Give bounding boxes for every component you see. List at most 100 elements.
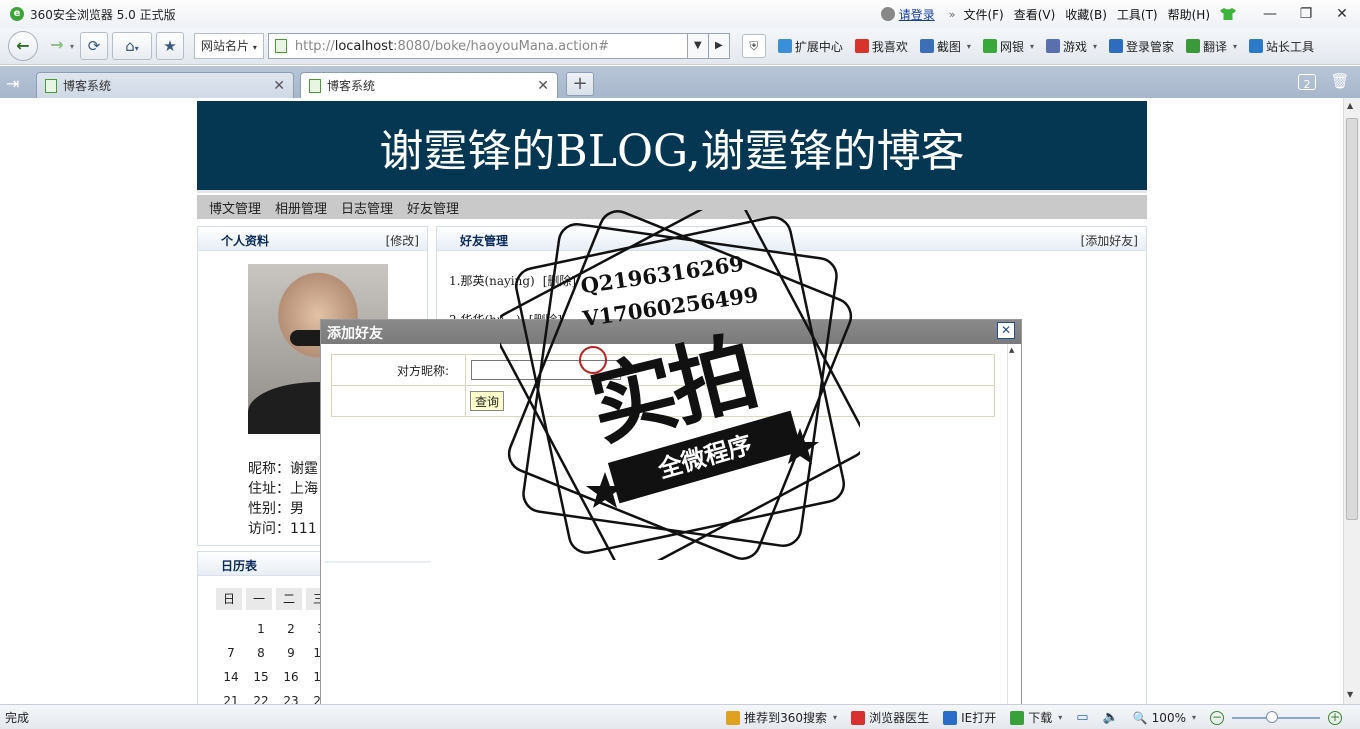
nickname-input[interactable] xyxy=(471,360,621,380)
trash-icon[interactable]: 🗑 xyxy=(1330,72,1350,92)
extension-button-4[interactable]: 游戏 ▾ xyxy=(1045,38,1097,55)
extension-button-5[interactable]: 登录管家 xyxy=(1109,38,1174,55)
dropdown-arrow-icon[interactable]: ▾ xyxy=(833,713,837,722)
extension-button-7[interactable]: 站长工具 xyxy=(1249,38,1314,55)
tab-blog-2[interactable]: 博客系统 ✕ xyxy=(300,72,558,98)
calendar-day[interactable]: 16 xyxy=(276,670,306,684)
sidebar-toggle-icon[interactable]: ⇥ xyxy=(6,70,30,98)
tab-label: 博客系统 xyxy=(327,79,376,93)
forward-button[interactable]: → xyxy=(42,31,72,61)
zoom-control[interactable]: 🔍 100% ▾ xyxy=(1133,711,1196,725)
zoom-slider-knob[interactable] xyxy=(1265,710,1278,723)
double-chevron-icon[interactable]: » xyxy=(949,8,956,21)
weekday-cell: 日 xyxy=(216,588,242,610)
address-dropdown-button[interactable]: ▼ xyxy=(686,33,709,59)
status-item-0[interactable]: 推荐到360搜索 ▾ xyxy=(726,709,837,726)
dropdown-arrow-icon[interactable]: ▾ xyxy=(1058,713,1062,722)
extension-button-3[interactable]: 网银 ▾ xyxy=(982,38,1034,55)
dialog-scrollbar[interactable]: ▲ xyxy=(1007,344,1017,708)
dropdown-arrow-icon[interactable]: ▾ xyxy=(1233,42,1237,51)
delete-friend-link[interactable]: [删除] xyxy=(543,274,576,288)
status-item-1[interactable]: 浏览器医生 xyxy=(851,709,929,726)
status-bar: 完成 推荐到360搜索 ▾ 浏览器医生 IE打开 下载 ▾ ▭ 🔈 🔍 100% ▾ − + xyxy=(0,704,1360,729)
extension-button-2[interactable]: 截图 ▾ xyxy=(919,38,971,55)
tab-close-icon[interactable]: ✕ xyxy=(273,78,285,94)
calendar-day[interactable]: 23 xyxy=(276,694,306,704)
extension-button-1[interactable]: 我喜欢 xyxy=(854,38,908,55)
scroll-down-icon[interactable]: ▼ xyxy=(1347,690,1353,699)
address-bar[interactable]: http://localhost:8080/boke/haoyouMana.ac… xyxy=(267,33,688,59)
extension-button-6[interactable]: 翻译 ▾ xyxy=(1186,38,1237,55)
tab-page-icon xyxy=(309,78,321,93)
menu-help[interactable]: 帮助(H) xyxy=(1168,6,1210,23)
login-link[interactable]: 请登录 xyxy=(899,6,935,23)
menu-view[interactable]: 查看(V) xyxy=(1014,6,1056,23)
tab-count-icon[interactable]: 2 xyxy=(1298,74,1316,91)
dropdown-arrow-icon[interactable]: ▾ xyxy=(967,42,971,51)
query-button[interactable]: 查询 xyxy=(470,391,505,411)
extension-button-0[interactable]: 扩展中心 xyxy=(777,38,843,55)
volume-icon[interactable]: 🔈 xyxy=(1103,710,1119,725)
calendar-week-row: 14151617 xyxy=(216,670,336,684)
nickname-label: 对方昵称: xyxy=(331,354,466,386)
tab-blog-1[interactable]: 博客系统 ✕ xyxy=(36,72,294,98)
status-item-3[interactable]: 下载 ▾ xyxy=(1010,709,1062,726)
calendar-day[interactable]: 8 xyxy=(246,646,276,660)
page-icon xyxy=(274,39,287,53)
calendar-day[interactable]: 14 xyxy=(216,670,246,684)
go-button[interactable]: ▶ xyxy=(707,33,730,59)
menu-friends[interactable]: 好友管理 xyxy=(407,198,459,217)
refresh-button[interactable]: ⟳ xyxy=(80,32,109,60)
new-tab-button[interactable]: + xyxy=(566,72,594,96)
minimize-button[interactable]: — xyxy=(1252,0,1288,28)
menu-logs[interactable]: 日志管理 xyxy=(341,198,393,217)
blog-banner: 谢霆锋的BLOG,谢霆锋的博客 xyxy=(197,101,1147,190)
back-button[interactable]: ← xyxy=(8,31,38,61)
calendar-day[interactable]: 1 xyxy=(246,622,276,636)
weekday-cell: 一 xyxy=(246,588,272,610)
menu-posts[interactable]: 博文管理 xyxy=(209,198,261,217)
menu-file[interactable]: 文件(F) xyxy=(963,6,1003,23)
tab-close-icon[interactable]: ✕ xyxy=(537,78,549,94)
zoom-out-button[interactable]: − xyxy=(1210,710,1224,725)
calendar-day[interactable]: 15 xyxy=(246,670,276,684)
menu-favorites[interactable]: 收藏(B) xyxy=(1065,6,1107,23)
zoom-slider[interactable] xyxy=(1232,710,1320,723)
skin-shirt-icon[interactable] xyxy=(1220,8,1236,20)
forward-dropdown-icon[interactable]: ▾ xyxy=(70,42,74,51)
close-window-button[interactable]: ✕ xyxy=(1324,0,1360,28)
address-url[interactable]: http://localhost:8080/boke/haoyouMana.ac… xyxy=(295,39,609,54)
menu-tools[interactable]: 工具(T) xyxy=(1117,6,1158,23)
dropdown-arrow-icon[interactable]: ▾ xyxy=(1093,42,1097,51)
home-button[interactable]: ⌂▾ xyxy=(112,32,153,60)
dialog-scroll-up-icon[interactable]: ▲ xyxy=(1009,346,1014,354)
site-card-button[interactable]: 网站名片 ▾ xyxy=(194,33,264,59)
friends-title: 好友管理 xyxy=(460,234,509,248)
weekday-cell: 二 xyxy=(276,588,302,610)
calendar-day[interactable]: 9 xyxy=(276,646,306,660)
calendar-day[interactable]: 7 xyxy=(216,646,246,660)
dropdown-arrow-icon[interactable]: ▾ xyxy=(1030,42,1034,51)
dialog-close-button[interactable]: ✕ xyxy=(997,322,1015,339)
status-item-label: IE打开 xyxy=(961,711,997,725)
add-friend-link[interactable]: [添加好友] xyxy=(1081,232,1138,249)
scroll-up-icon[interactable]: ▲ xyxy=(1347,101,1353,110)
restore-button[interactable]: ❐ xyxy=(1288,0,1324,28)
menu-albums[interactable]: 相册管理 xyxy=(275,198,327,217)
edit-profile-link[interactable]: [修改] xyxy=(386,232,419,249)
favorite-star-button[interactable]: ★ xyxy=(156,32,185,60)
friend-item: 1.那英(naying) [删除] xyxy=(449,272,576,289)
scroll-thumb[interactable] xyxy=(1346,118,1358,520)
navigation-toolbar: ← → ▾ ⟳ ⌂▾ ★ 网站名片 ▾ http://localhost:808… xyxy=(0,28,1360,65)
page-scrollbar[interactable]: ▲ ▼ xyxy=(1343,98,1360,704)
calendar-day[interactable]: 22 xyxy=(246,694,276,704)
extension-icon xyxy=(1249,39,1264,53)
extension-label: 截图 xyxy=(936,39,961,54)
status-item-2[interactable]: IE打开 xyxy=(943,709,996,726)
zoom-in-button[interactable]: + xyxy=(1328,710,1342,725)
calendar-day[interactable]: 2 xyxy=(276,622,306,636)
security-shield-icon[interactable]: ⛨ xyxy=(741,34,766,58)
calendar-day[interactable]: 21 xyxy=(216,694,246,704)
calendar-day[interactable] xyxy=(216,622,246,636)
screen-icon[interactable]: ▭ xyxy=(1076,710,1088,725)
